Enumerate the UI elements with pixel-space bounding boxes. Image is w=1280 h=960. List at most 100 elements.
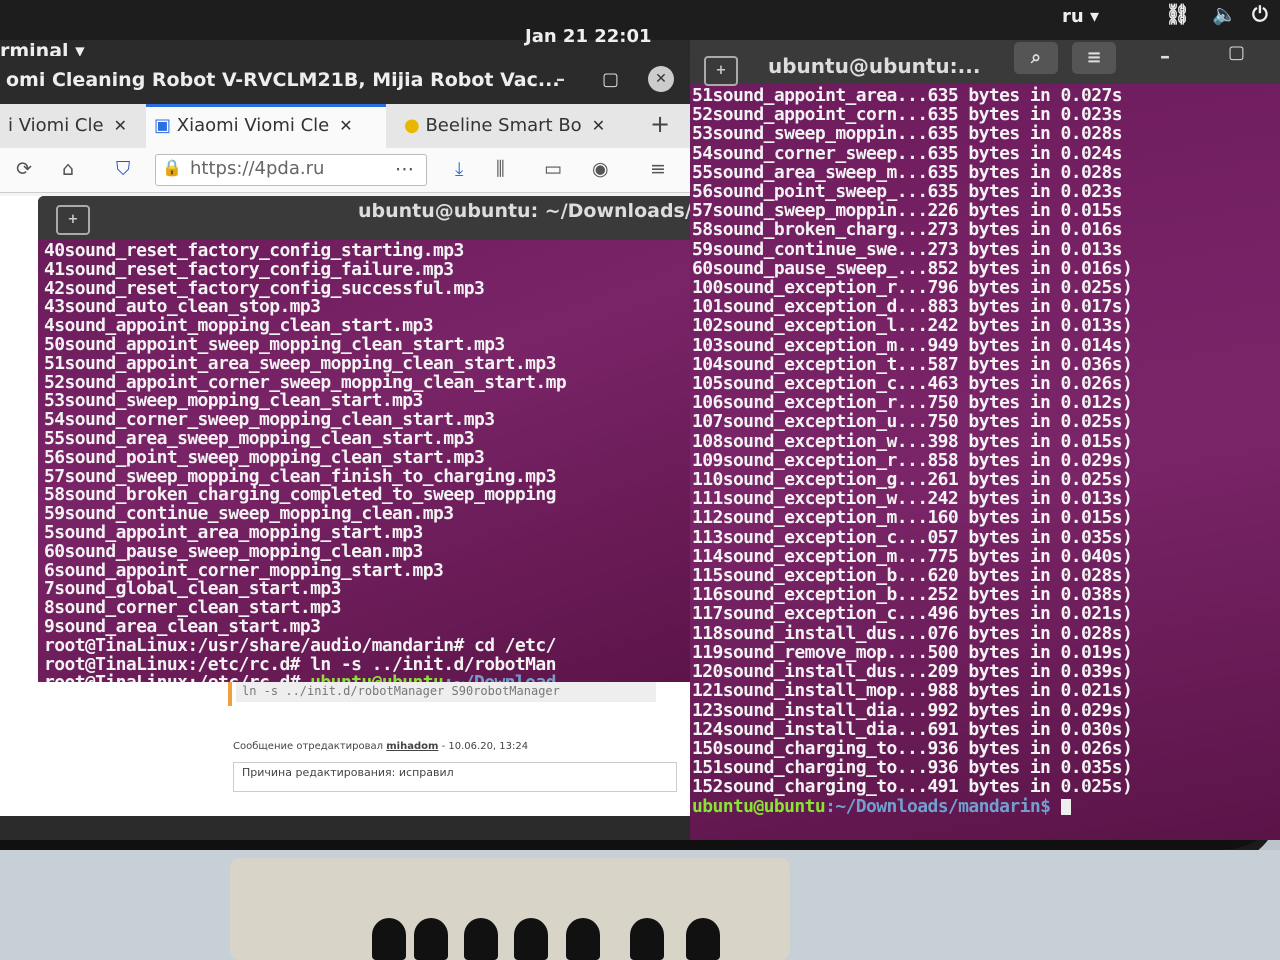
tab-label: Beeline Smart Bo	[425, 115, 582, 136]
terminal-output-line: 40sound_reset_factory_config_starting.mp…	[44, 240, 464, 261]
new-tab-button[interactable]: +	[650, 110, 670, 138]
maximize-button[interactable]: ▢	[1228, 42, 1245, 63]
maximize-button[interactable]: ▢	[602, 56, 619, 104]
terminal-output-line: 120sound_install_dus...209 bytes in 0.03…	[692, 661, 1133, 683]
terminal-output-line: 58sound_broken_charg...273 bytes in 0.01…	[692, 219, 1123, 241]
shield-icon[interactable]: ⛉	[116, 158, 130, 180]
download-icon[interactable]: ⤓	[455, 158, 463, 180]
terminal-output-line: root@TinaLinux:/usr/share/audio/mandarin…	[44, 634, 556, 656]
terminal-output-line: 124sound_install_dia...691 bytes in 0.03…	[692, 718, 1133, 740]
tab-viomi-1[interactable]: i Viomi Cle ✕	[0, 104, 148, 148]
terminal-output-line: 57sound_sweep_moppin...226 bytes in 0.01…	[692, 200, 1123, 222]
tab-close-icon[interactable]: ✕	[592, 116, 605, 135]
terminal-output-line: 41sound_reset_factory_config_failure.mp3	[44, 258, 454, 280]
terminal-output-line: 118sound_install_dus...076 bytes in 0.02…	[692, 622, 1133, 644]
firefox-titlebar: omi Cleaning Robot V-RVCLM21B, Mijia Rob…	[0, 56, 690, 104]
edited-user-link[interactable]: mihadom	[386, 741, 438, 752]
terminal-output-line: 117sound_exception_c...496 bytes in 0.02…	[692, 603, 1133, 625]
navigation-toolbar: ⟳ ⌂ ⛉ 🔒 https://4pda.ru ⋯ ⤓ ⫼ ▭ ◉ ≡	[0, 148, 690, 193]
url-bar[interactable]: 🔒 https://4pda.ru	[155, 154, 427, 186]
terminal-output-line: 52sound_appoint_corn...635 bytes in 0.02…	[692, 104, 1123, 126]
url-text: https://4pda.ru	[190, 158, 325, 179]
edit-reason: Причина редактирования: исправил	[233, 762, 677, 792]
terminal-output-line: 101sound_exception_d...883 bytes in 0.01…	[692, 296, 1133, 318]
right-terminal-output: 51sound_appoint_area...635 bytes in 0.02…	[690, 84, 1280, 840]
terminal-output-line: 123sound_install_dia...992 bytes in 0.02…	[692, 699, 1133, 721]
terminal-prompt-line: ubuntu@ubuntu:~/Downloads/mandarin$	[692, 796, 1280, 816]
prompt-path: :~/Download	[443, 672, 556, 682]
terminal-output-line: 151sound_charging_to...936 bytes in 0.03…	[692, 757, 1133, 779]
right-terminal-titlebar: + ubuntu@ubuntu:... ⌕ ≡ – ▢	[690, 40, 1280, 86]
terminal-output-line: 152sound_charging_to...491 bytes in 0.02…	[692, 776, 1133, 798]
terminal-output-line: 53sound_sweep_moppin...635 bytes in 0.02…	[692, 123, 1123, 145]
volume-icon[interactable]: 🔈	[1212, 2, 1237, 26]
terminal-output-line: 54sound_corner_sweep...635 bytes in 0.02…	[692, 142, 1123, 164]
terminal-output-line: 119sound_remove_mop....500 bytes in 0.01…	[692, 641, 1133, 663]
network-icon[interactable]: ⛓	[1165, 2, 1190, 26]
tab-label: Xiaomi Viomi Cle	[176, 115, 330, 136]
clock[interactable]: Jan 21 22:01	[525, 26, 652, 47]
terminal-output-line: 50sound_appoint_sweep_mopping_clean_star…	[44, 333, 505, 355]
terminal-output-line: 60sound_pause_sweep_...852 bytes in 0.01…	[692, 257, 1133, 279]
sidebar-icon[interactable]: ▭	[544, 158, 562, 180]
minimize-button[interactable]: –	[556, 56, 565, 104]
device-knob	[686, 918, 720, 960]
minimize-button[interactable]: –	[1160, 44, 1170, 68]
edited-note: Сообщение отредактировал mihadom - 10.06…	[233, 741, 528, 752]
terminal-output-line: 51sound_appoint_area_sweep_mopping_clean…	[44, 352, 556, 374]
terminal-output-line: 114sound_exception_m...775 bytes in 0.04…	[692, 545, 1133, 567]
device-knob	[630, 918, 664, 960]
reload-icon[interactable]: ⟳	[16, 158, 32, 180]
tab-close-icon[interactable]: ✕	[339, 116, 352, 135]
page-favicon-icon: ▣	[154, 115, 172, 136]
left-terminal-title: ubuntu@ubuntu: ~/Downloads/m	[358, 200, 698, 222]
tab-beeline[interactable]: ● Beeline Smart Bo ✕	[396, 104, 644, 148]
terminal-output-line: 55sound_area_sweep_m...635 bytes in 0.02…	[692, 161, 1123, 183]
terminal-output-line: 102sound_exception_l...242 bytes in 0.01…	[692, 315, 1133, 337]
left-terminal-titlebar: + ubuntu@ubuntu: ~/Downloads/m	[38, 196, 698, 240]
terminal-output-line: 106sound_exception_r...750 bytes in 0.01…	[692, 392, 1133, 414]
new-tab-icon[interactable]: +	[704, 56, 738, 86]
terminal-output-line: 105sound_exception_c...463 bytes in 0.02…	[692, 373, 1133, 395]
keyboard-layout[interactable]: ru ▾	[1062, 6, 1099, 27]
tab-viomi-2[interactable]: ▣ Xiaomi Viomi Cle ✕	[146, 104, 386, 148]
terminal-output-line: 60sound_pause_sweep_mopping_clean.mp3	[44, 540, 423, 562]
tab-label: i Viomi Cle	[8, 115, 104, 136]
tab-close-icon[interactable]: ✕	[114, 116, 127, 135]
left-terminal-window[interactable]: + ubuntu@ubuntu: ~/Downloads/m 40sound_r…	[38, 196, 698, 682]
home-icon[interactable]: ⌂	[62, 158, 74, 180]
device-knob	[514, 918, 548, 960]
prompt-text: root@TinaLinux:/etc/rc.d#	[44, 672, 310, 682]
lock-icon: 🔒	[162, 158, 182, 177]
close-button[interactable]: ✕	[648, 66, 674, 92]
library-icon[interactable]: ⫼	[496, 158, 505, 180]
terminal-prompt-line: root@TinaLinux:/etc/rc.d# ubuntu@ubuntu:…	[44, 672, 698, 682]
terminal-output-line: 108sound_exception_w...398 bytes in 0.01…	[692, 430, 1133, 452]
code-block: ln -s ../init.d/robotManager S90robotMan…	[236, 680, 656, 702]
terminal-output-line: 107sound_exception_u...750 bytes in 0.02…	[692, 411, 1133, 433]
edited-date: - 10.06.20, 13:24	[441, 741, 529, 752]
terminal-output-line: 115sound_exception_b...620 bytes in 0.02…	[692, 565, 1133, 587]
edited-prefix: Сообщение отредактировал	[233, 741, 384, 752]
right-terminal-window[interactable]: + ubuntu@ubuntu:... ⌕ ≡ – ▢ 51sound_appo…	[690, 40, 1280, 840]
page-actions-icon[interactable]: ⋯	[395, 158, 414, 180]
device-knob	[566, 918, 600, 960]
beeline-favicon-icon: ●	[404, 115, 420, 136]
terminal-output-line: 150sound_charging_to...936 bytes in 0.02…	[692, 737, 1133, 759]
power-icon[interactable]: ⏻	[1252, 2, 1268, 26]
new-tab-icon[interactable]: +	[56, 205, 90, 235]
terminal-output-line: 112sound_exception_m...160 bytes in 0.01…	[692, 507, 1133, 529]
hamburger-menu-icon[interactable]: ≡	[650, 158, 666, 180]
terminal-output-line: 116sound_exception_b...252 bytes in 0.03…	[692, 584, 1133, 606]
terminal-output-line: 104sound_exception_t...587 bytes in 0.03…	[692, 353, 1133, 375]
monitor-bezel: rminal ▾ Jan 21 22:01 ru ▾ ⛓ 🔈 ⏻ omi Cle…	[0, 0, 1280, 864]
hamburger-menu-icon[interactable]: ≡	[1072, 42, 1116, 74]
terminal-output-line: 109sound_exception_r...858 bytes in 0.02…	[692, 449, 1133, 471]
terminal-output-line: 111sound_exception_w...242 bytes in 0.01…	[692, 488, 1133, 510]
terminal-output-line: 9sound_area_clean_start.mp3	[44, 615, 321, 637]
account-icon[interactable]: ◉	[592, 158, 609, 180]
screen: rminal ▾ Jan 21 22:01 ru ▾ ⛓ 🔈 ⏻ omi Cle…	[0, 0, 1280, 840]
search-icon[interactable]: ⌕	[1014, 42, 1058, 74]
terminal-output-line: 110sound_exception_g...261 bytes in 0.02…	[692, 469, 1133, 491]
gnome-top-bar: rminal ▾ Jan 21 22:01 ru ▾ ⛓ 🔈 ⏻	[0, 0, 1280, 62]
